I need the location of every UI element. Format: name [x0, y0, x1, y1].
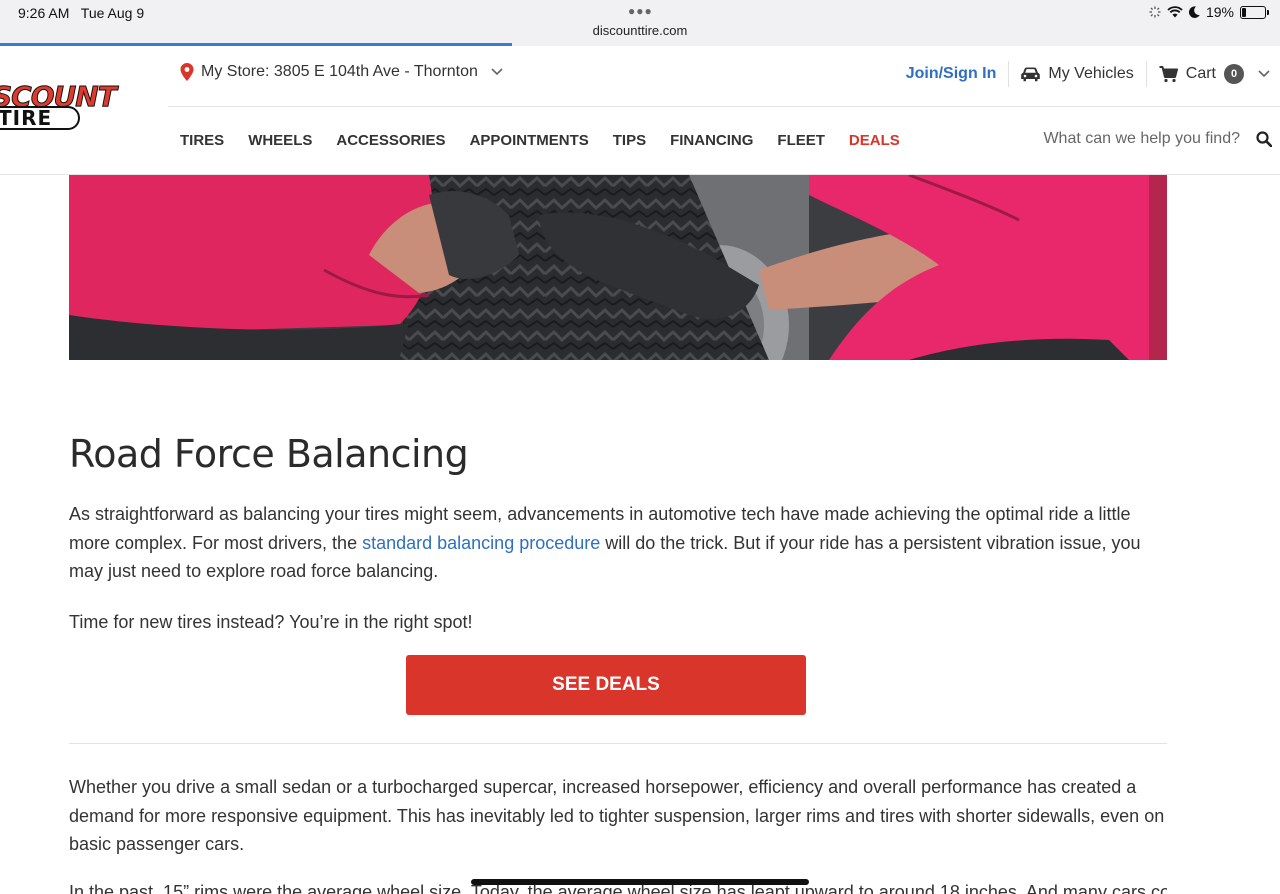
header-divider — [168, 106, 1280, 107]
site-header: SCOUNT TIRE My Store: 3805 E 104th Ave -… — [0, 46, 1280, 175]
my-vehicles-label: My Vehicles — [1048, 65, 1134, 82]
cart-icon — [1159, 65, 1178, 82]
page-title: Road Force Balancing — [69, 432, 469, 476]
ios-status-bar: 9:26 AM Tue Aug 9 ●●● discounttire.com 1… — [0, 0, 1280, 46]
loading-spinner-icon — [1149, 6, 1161, 18]
battery-icon — [1240, 5, 1269, 19]
cart-button[interactable]: Cart 0 — [1147, 64, 1270, 84]
cart-label: Cart — [1185, 65, 1216, 82]
join-sign-in-link[interactable]: Join/Sign In — [906, 65, 1009, 83]
nav-financing[interactable]: FINANCING — [670, 132, 753, 149]
battery-percent: 19% — [1205, 4, 1234, 20]
wifi-icon — [1167, 6, 1183, 18]
intro-paragraph: As straightforward as balancing your tir… — [69, 504, 1141, 581]
see-deals-button[interactable]: SEE DEALS — [406, 655, 806, 715]
nav-tires[interactable]: TIRES — [180, 132, 224, 149]
standard-balancing-link[interactable]: standard balancing procedure — [362, 533, 600, 553]
nav-appointments[interactable]: APPOINTMENTS — [470, 132, 589, 149]
chevron-down-icon — [491, 68, 503, 76]
site-search[interactable]: What can we help you find? — [1043, 130, 1272, 148]
main-nav: TIRES WHEELS ACCESSORIES APPOINTMENTS TI… — [180, 132, 924, 149]
chevron-down-icon — [1258, 70, 1270, 78]
battery-level — [1242, 7, 1247, 17]
account-actions: Join/Sign In My Vehicles Cart 0 — [906, 61, 1270, 87]
moon-icon — [1188, 6, 1200, 18]
nav-deals[interactable]: DEALS — [849, 132, 900, 149]
car-icon — [1021, 67, 1041, 81]
more-dots-icon[interactable]: ●●● — [628, 4, 653, 18]
nav-tips[interactable]: TIPS — [613, 132, 646, 149]
nav-accessories[interactable]: ACCESSORIES — [336, 132, 445, 149]
status-time: 9:26 AM Tue Aug 9 — [18, 5, 145, 21]
technicians-tire-photo — [69, 175, 1167, 360]
location-pin-icon — [180, 63, 194, 81]
new-tires-prompt: Time for new tires instead? You’re in th… — [69, 611, 473, 632]
hero-image — [69, 175, 1167, 360]
my-store-label: My Store: 3805 E 104th Ave - Thornton — [201, 63, 478, 80]
logo-word-tire: TIRE — [0, 106, 80, 130]
nav-wheels[interactable]: WHEELS — [248, 132, 312, 149]
my-vehicles-button[interactable]: My Vehicles — [1009, 65, 1145, 83]
cart-count-badge: 0 — [1224, 64, 1244, 84]
nav-fleet[interactable]: FLEET — [777, 132, 825, 149]
discount-tire-logo[interactable]: SCOUNT TIRE — [0, 80, 132, 134]
status-indicators: 19% — [1149, 4, 1269, 20]
search-input[interactable]: What can we help you find? — [1043, 130, 1240, 148]
article: Road Force Balancing As straightforward … — [69, 430, 1167, 894]
body-paragraph-1: Whether you drive a small sedan or a tur… — [69, 777, 1165, 854]
content-divider — [69, 743, 1167, 744]
home-indicator[interactable] — [471, 879, 809, 885]
address-bar-url[interactable]: discounttire.com — [0, 23, 1280, 38]
my-store-selector[interactable]: My Store: 3805 E 104th Ave - Thornton — [180, 63, 503, 81]
search-icon[interactable] — [1256, 131, 1272, 147]
